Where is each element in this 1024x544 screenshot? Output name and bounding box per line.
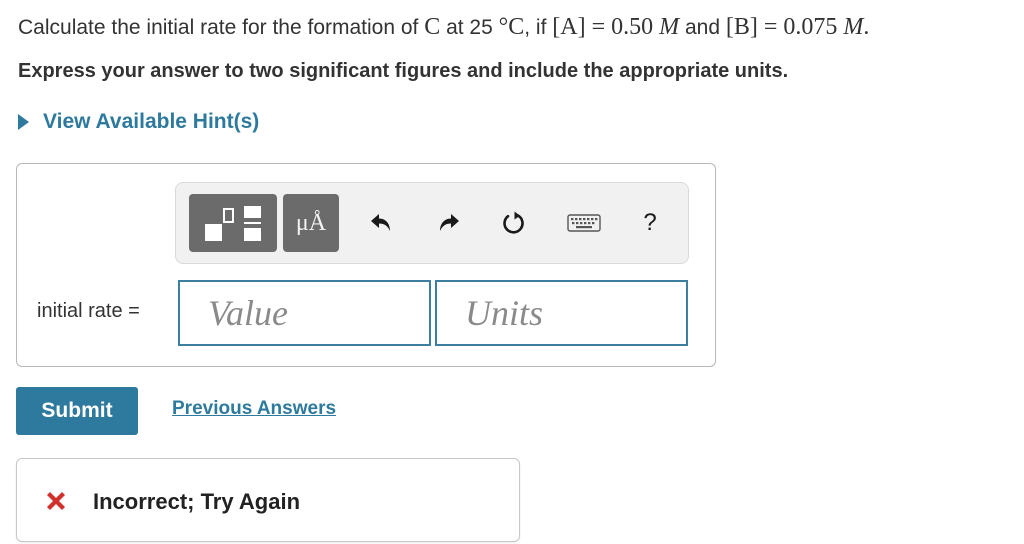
feedback-message: Incorrect; Try Again [93,489,301,514]
units-button[interactable]: μÅ [283,194,339,252]
question-and: and [679,16,726,39]
keyboard-button[interactable] [562,194,606,252]
answer-panel: μÅ ? initial rate = Value Units [16,163,716,367]
units-icon: μÅ [295,210,327,236]
math-toolbar: μÅ ? [175,182,689,264]
instruction-text: Express your answer to two significant f… [18,60,789,82]
molar-unit-a: M [659,14,680,40]
question-at: at 25 [440,16,499,39]
species-symbol: C [424,14,441,40]
reset-icon [503,211,524,234]
units-placeholder: Units [465,293,544,333]
reset-button[interactable] [492,194,536,252]
keyboard-icon [567,214,601,232]
undo-button[interactable] [360,194,404,252]
undo-icon [371,214,390,231]
conc-b-label: [B] [725,14,758,40]
conc-a-label: [A] [552,14,586,40]
question-prefix: Calculate the initial rate for the forma… [18,16,425,39]
redo-button[interactable] [426,194,470,252]
previous-answers-link[interactable]: Previous Answers [172,398,336,420]
question-period: . [863,14,870,40]
templates-icon [205,206,261,241]
submit-button[interactable]: Submit [16,387,138,435]
help-button[interactable]: ? [628,194,672,252]
conc-a-value: = 0.50 [585,14,660,40]
units-input[interactable]: Units [435,280,688,346]
conc-b-value: = 0.075 [757,14,844,40]
initial-rate-label: initial rate = [37,300,140,322]
value-placeholder: Value [208,293,288,333]
value-input[interactable]: Value [178,280,431,346]
submit-label: Submit [41,399,113,422]
molar-unit-b: M [843,14,864,40]
redo-icon [440,214,459,231]
feedback-panel: Incorrect; Try Again [16,458,520,542]
question-if: , if [524,16,553,39]
templates-button[interactable] [189,194,277,252]
question-text: Calculate the initial rate for the forma… [18,12,869,43]
incorrect-x-icon [47,492,65,510]
view-hints-link[interactable]: View Available Hint(s) [18,110,259,134]
temperature-unit: °C [498,14,525,40]
help-icon: ? [643,209,657,236]
expand-triangle-icon [18,114,29,130]
view-hints-label: View Available Hint(s) [43,110,260,133]
